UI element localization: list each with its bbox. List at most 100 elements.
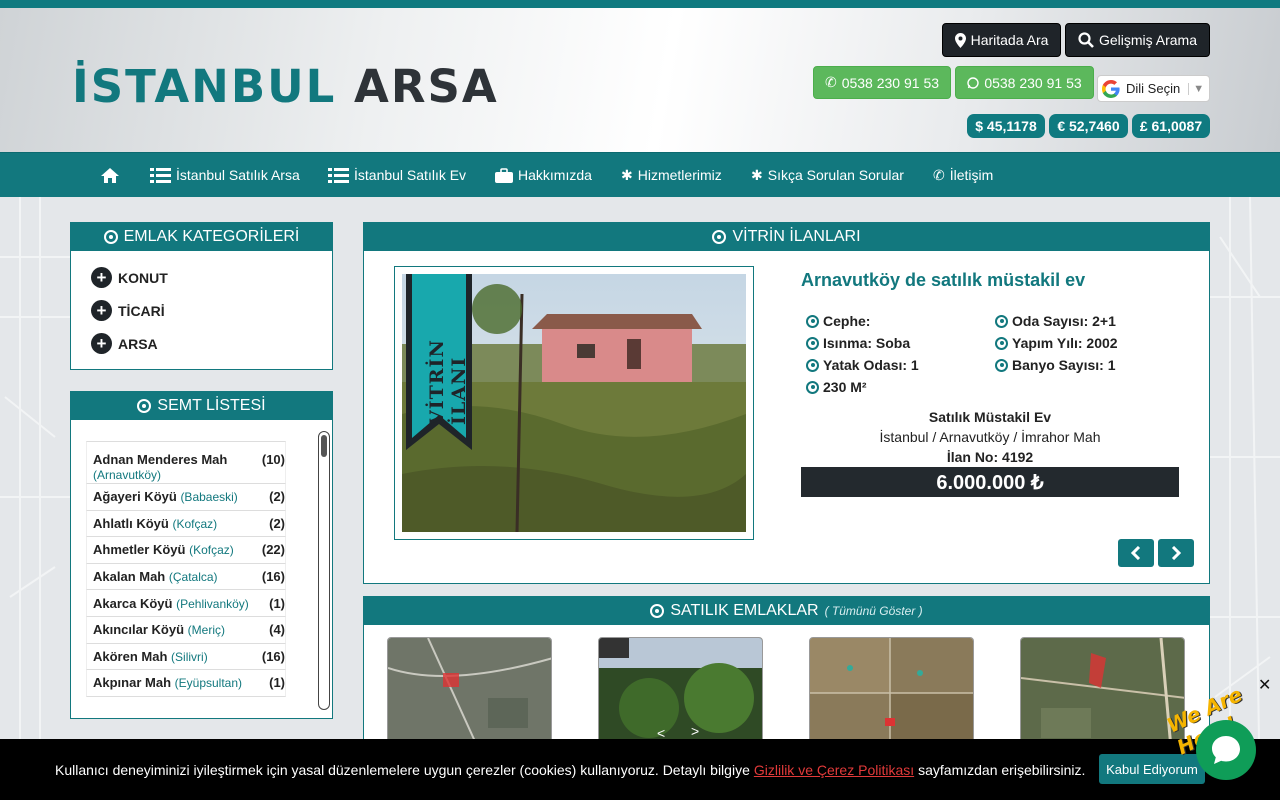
semt-name: Akıncılar Köyü	[93, 622, 185, 638]
dot-circle-icon	[712, 230, 727, 244]
language-selector[interactable]: Dili Seçin ▼	[1097, 75, 1210, 102]
nav-home[interactable]	[100, 153, 120, 197]
category-konut[interactable]: + KONUT	[91, 267, 168, 288]
list-item[interactable]: Akarca Köyü (Pehlivanköy) (1)	[86, 590, 286, 617]
feature-label: Cephe:	[823, 313, 871, 329]
feature-year: Yapım Yılı: 2002	[995, 335, 1118, 351]
street-view-image: < >	[599, 638, 762, 746]
nav-faq[interactable]: ✱ Sıkça Sorulan Sorular	[751, 153, 904, 197]
prev-slide-button[interactable]	[1118, 539, 1154, 567]
feature-bathrooms: Banyo Sayısı: 1	[995, 357, 1116, 373]
map-marker-icon	[954, 32, 966, 48]
listing-thumbnail[interactable]	[809, 637, 974, 747]
scrollbar-thumb[interactable]	[321, 435, 327, 457]
list-item[interactable]: Ahmetler Köyü (Kofçaz) (22)	[86, 537, 286, 564]
dot-circle-icon	[995, 358, 1008, 372]
feature-bedrooms: Yatak Odası: 1	[806, 357, 919, 373]
semt-district: (Çatalca)	[168, 570, 218, 585]
privacy-policy-link[interactable]: Gizlilik ve Çerez Politikası	[754, 762, 914, 778]
categories-title: EMLAK KATEGORİLERİ	[123, 228, 300, 245]
categories-panel: EMLAK KATEGORİLERİ + KONUT + TİCARİ + AR…	[70, 222, 333, 370]
dot-circle-icon	[103, 230, 118, 244]
semt-name: Ahlatlı Köyü	[93, 515, 169, 531]
feature-label: Isınma: Soba	[823, 335, 911, 351]
category-arsa[interactable]: + ARSA	[91, 333, 158, 354]
chat-widget-button[interactable]	[1196, 720, 1256, 780]
feature-label: Yapım Yılı: 2002	[1012, 335, 1118, 351]
advanced-search-button[interactable]: Gelişmiş Arama	[1065, 23, 1210, 57]
semt-count: (22)	[261, 542, 285, 558]
map-thumbnail-image	[810, 638, 973, 746]
next-slide-button[interactable]	[1158, 539, 1194, 567]
map-search-label: Haritada Ara	[970, 32, 1049, 48]
svg-text:>: >	[691, 723, 699, 739]
semt-count: (4)	[269, 622, 285, 638]
language-label: Dili Seçin	[1126, 81, 1181, 96]
category-label: ARSA	[118, 335, 158, 352]
briefcase-icon	[495, 167, 513, 183]
category-ticari[interactable]: + TİCARİ	[91, 300, 165, 321]
list-item[interactable]: Adnan Menderes Mah (Arnavutköy) (10)	[86, 441, 286, 484]
nav-contact-label: İletişim	[949, 167, 994, 183]
semt-district: (Babaeski)	[180, 490, 238, 505]
semt-name: Akpınar Mah	[93, 675, 172, 691]
list-item[interactable]: Akıncılar Köyü (Meriç) (4)	[86, 616, 286, 644]
feature-heating: Isınma: Soba	[806, 335, 910, 351]
semt-panel: SEMT LİSTESİ Adnan Menderes Mah (Arnavutk…	[70, 391, 333, 719]
listing-thumbnail[interactable]	[1020, 637, 1185, 747]
phone-button[interactable]: ✆ 0538 230 91 53	[813, 66, 951, 99]
for-sale-header: SATILIK EMLAKLAR ( Tümünü Göster )	[364, 597, 1209, 625]
map-thumbnail-image	[388, 638, 551, 746]
cookie-accept-button[interactable]: Kabul Ediyorum	[1099, 754, 1205, 784]
chevron-left-icon	[1131, 546, 1141, 560]
whatsapp-label: 0538 230 91 53	[984, 74, 1082, 91]
listing-title[interactable]: Arnavutköy de satılık müstakil ev	[801, 270, 1085, 291]
nav-contact[interactable]: ✆ İletişim	[933, 153, 993, 197]
feature-label: Yatak Odası: 1	[823, 357, 919, 373]
showcase-ribbon-text: VİTRİN İLANI	[426, 339, 470, 425]
dot-circle-icon	[650, 604, 665, 618]
semt-count: (2)	[269, 489, 285, 505]
semt-count: (10)	[261, 452, 285, 467]
logo-part-arsa: ARSA	[354, 60, 499, 113]
semt-count: (1)	[269, 675, 285, 691]
semt-district: (Pehlivanköy)	[176, 596, 249, 611]
nav-services[interactable]: ✱ Hizmetlerimiz	[621, 153, 722, 197]
semt-name: Adnan Menderes Mah	[93, 452, 228, 467]
semt-district: (Kofçaz)	[189, 543, 234, 558]
list-item[interactable]: Akpınar Mah (Eyüpsultan) (1)	[86, 670, 286, 697]
feature-label: 230 M²	[823, 379, 867, 395]
content-area: EMLAK KATEGORİLERİ + KONUT + TİCARİ + AR…	[0, 197, 1280, 800]
showcase-image-frame[interactable]: VİTRİN İLANI	[394, 266, 754, 540]
nav-services-label: Hizmetlerimiz	[637, 167, 722, 183]
google-icon	[1102, 79, 1120, 98]
nav-about[interactable]: Hakkımızda	[495, 153, 592, 197]
site-logo[interactable]: İSTANBUL ARSA	[72, 60, 499, 113]
logo-part-istanbul: İSTANBUL	[72, 60, 337, 113]
plus-circle-icon: +	[91, 267, 112, 288]
plus-circle-icon: +	[91, 300, 112, 321]
show-all-link[interactable]: ( Tümünü Göster )	[825, 604, 923, 618]
phone-icon: ✆	[933, 166, 945, 183]
dot-circle-icon	[995, 314, 1008, 328]
listing-thumbnail[interactable]: < >	[598, 637, 763, 747]
nav-faq-label: Sıkça Sorulan Sorular	[767, 167, 904, 183]
cookie-text-start: Kullanıcı deneyiminizi iyileştirmek için…	[55, 761, 750, 778]
semt-name: Akalan Mah	[93, 569, 166, 585]
nav-istanbul-house[interactable]: İstanbul Satılık Ev	[328, 153, 466, 197]
listing-thumbnail[interactable]	[387, 637, 552, 747]
map-search-button[interactable]: Haritada Ara	[942, 23, 1061, 57]
semt-scrollbar[interactable]	[318, 431, 330, 710]
list-item[interactable]: Ahlatlı Köyü (Kofçaz) (2)	[86, 510, 286, 538]
gbp-rate-badge: £ 61,0087	[1132, 114, 1210, 138]
semt-name: Akören Mah	[93, 648, 168, 664]
nav-istanbul-land[interactable]: İstanbul Satılık Arsa	[150, 153, 300, 197]
showcase-title: VİTRİN İLANLARI	[732, 228, 861, 245]
phone-label: 0538 230 91 53	[841, 74, 940, 91]
whatsapp-button[interactable]: 0538 230 91 53	[955, 66, 1094, 99]
list-item[interactable]: Akalan Mah (Çatalca) (16)	[86, 563, 286, 591]
chat-close-icon[interactable]: ✕	[1258, 675, 1271, 695]
list-item[interactable]: Ağayeri Köyü (Babaeski) (2)	[86, 484, 286, 511]
list-item[interactable]: Akören Mah (Silivri) (16)	[86, 643, 286, 671]
dot-circle-icon	[806, 358, 819, 372]
